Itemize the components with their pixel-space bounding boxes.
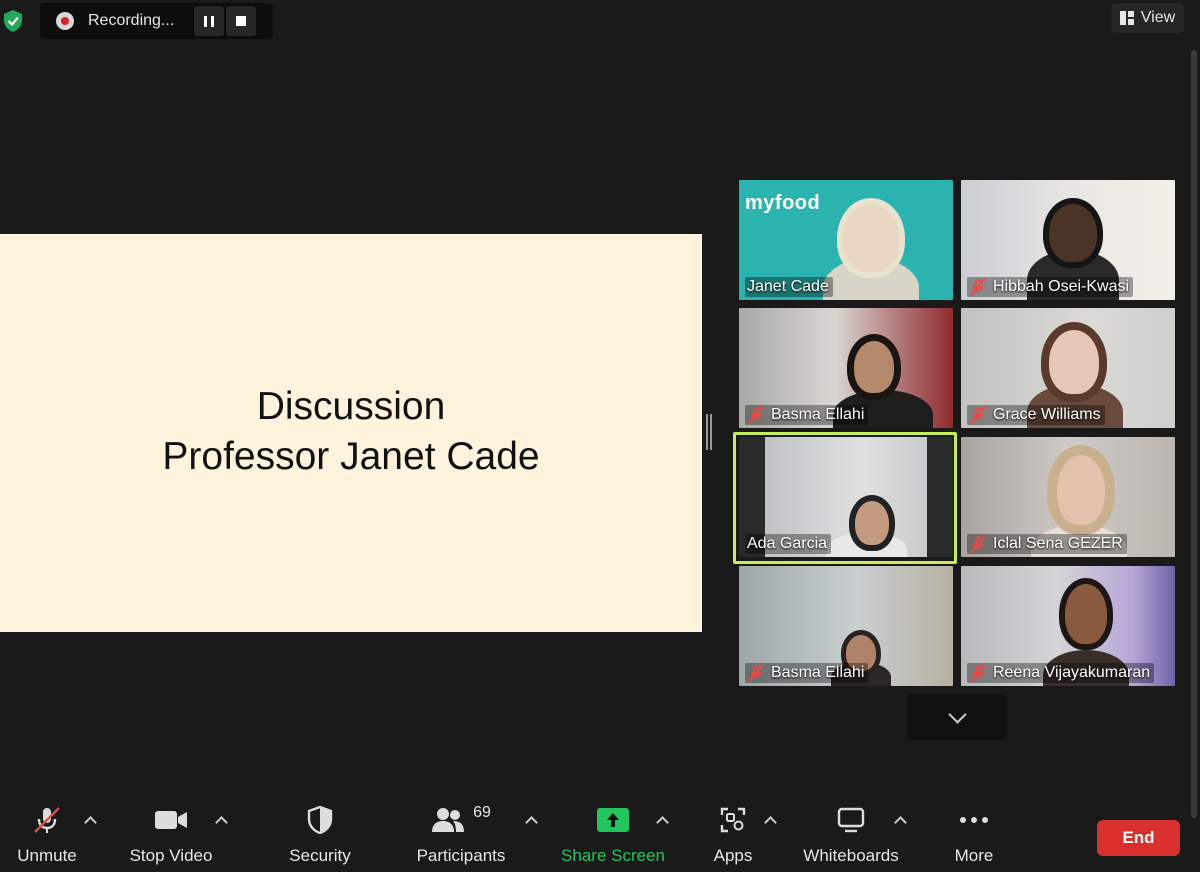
slide-subtitle: Professor Janet Cade <box>162 435 540 478</box>
stop-video-button[interactable]: Stop Video <box>128 796 214 866</box>
recording-bar: Recording... <box>40 3 273 39</box>
security-button[interactable]: Security <box>284 796 356 866</box>
active-speaker-border <box>733 432 957 564</box>
shield-icon <box>307 805 333 835</box>
recording-icon <box>56 12 74 30</box>
mic-muted-icon <box>747 663 765 683</box>
video-options-caret[interactable] <box>215 816 228 829</box>
chevron-down-icon <box>947 704 967 724</box>
stop-recording-button[interactable] <box>226 6 256 36</box>
share-screen-label: Share Screen <box>561 846 665 865</box>
audio-options-caret[interactable] <box>84 816 97 829</box>
pause-icon <box>204 15 214 27</box>
view-grid-icon <box>1119 11 1134 25</box>
participants-button[interactable]: 69 Participants <box>414 796 508 866</box>
video-tile[interactable]: Hibbah Osei-Kwasi <box>961 180 1175 300</box>
participants-options-caret[interactable] <box>525 816 538 829</box>
security-shield-icon[interactable] <box>2 9 24 33</box>
tile-name: Basma Ellahi <box>771 406 865 423</box>
mic-muted-icon <box>969 663 987 683</box>
tile-name: Reena Vijayakumaran <box>993 664 1151 681</box>
mic-muted-icon <box>969 405 987 425</box>
unmute-label: Unmute <box>17 846 77 865</box>
whiteboards-button[interactable]: Whiteboards <box>802 796 900 866</box>
video-tile[interactable]: Iclal Sena GEZER <box>961 437 1175 557</box>
stop-video-label: Stop Video <box>129 846 213 865</box>
mic-muted-icon <box>969 277 987 297</box>
view-button[interactable]: View <box>1111 3 1184 33</box>
whiteboards-label: Whiteboards <box>803 846 899 865</box>
video-tile[interactable]: Grace Williams <box>961 308 1175 428</box>
participants-label: Participants <box>416 846 506 865</box>
tile-name: Grace Williams <box>993 406 1101 423</box>
panel-resize-handle[interactable] <box>706 414 712 450</box>
myfood-logo: myfood <box>745 192 821 214</box>
scrollbar[interactable] <box>1191 50 1197 818</box>
tile-name: Janet Cade <box>747 278 829 295</box>
slide-title: Discussion <box>256 385 446 428</box>
more-button[interactable]: More <box>948 796 1000 866</box>
apps-icon <box>720 807 746 833</box>
participants-icon <box>432 808 465 832</box>
apps-label: Apps <box>713 846 753 865</box>
recording-label: Recording... <box>88 12 175 29</box>
apps-options-caret[interactable] <box>764 816 777 829</box>
unmute-button[interactable]: Unmute <box>12 796 82 866</box>
share-screen-icon <box>597 808 629 832</box>
end-meeting-button[interactable]: End <box>1097 820 1180 856</box>
microphone-muted-icon <box>34 807 60 833</box>
video-tile[interactable]: myfood Janet Cade <box>739 180 953 300</box>
video-tile[interactable]: Basma Ellahi <box>739 308 953 428</box>
stop-icon <box>236 16 246 26</box>
participant-count: 69 <box>473 804 491 821</box>
share-screen-button[interactable]: Share Screen <box>561 796 665 866</box>
mic-muted-icon <box>747 405 765 425</box>
apps-button[interactable]: Apps <box>706 796 760 866</box>
mic-muted-icon <box>969 534 987 554</box>
view-label: View <box>1140 9 1176 26</box>
security-label: Security <box>289 846 351 865</box>
tile-name: Iclal Sena GEZER <box>993 535 1123 552</box>
meeting-toolbar: Unmute Stop Video Security 69 Participan… <box>0 796 1200 872</box>
whiteboard-icon <box>837 807 865 833</box>
pause-recording-button[interactable] <box>194 6 224 36</box>
show-more-tiles-button[interactable] <box>907 694 1007 740</box>
more-label: More <box>954 846 994 865</box>
video-tile[interactable]: Basma Ellahi <box>739 566 953 686</box>
tile-name: Hibbah Osei-Kwasi <box>993 278 1130 295</box>
shared-screen: Discussion Professor Janet Cade <box>0 234 702 632</box>
video-tile[interactable]: Reena Vijayakumaran <box>961 566 1175 686</box>
video-camera-icon <box>155 811 187 829</box>
tile-name: Basma Ellahi <box>771 664 865 681</box>
more-dots-icon <box>960 817 988 823</box>
